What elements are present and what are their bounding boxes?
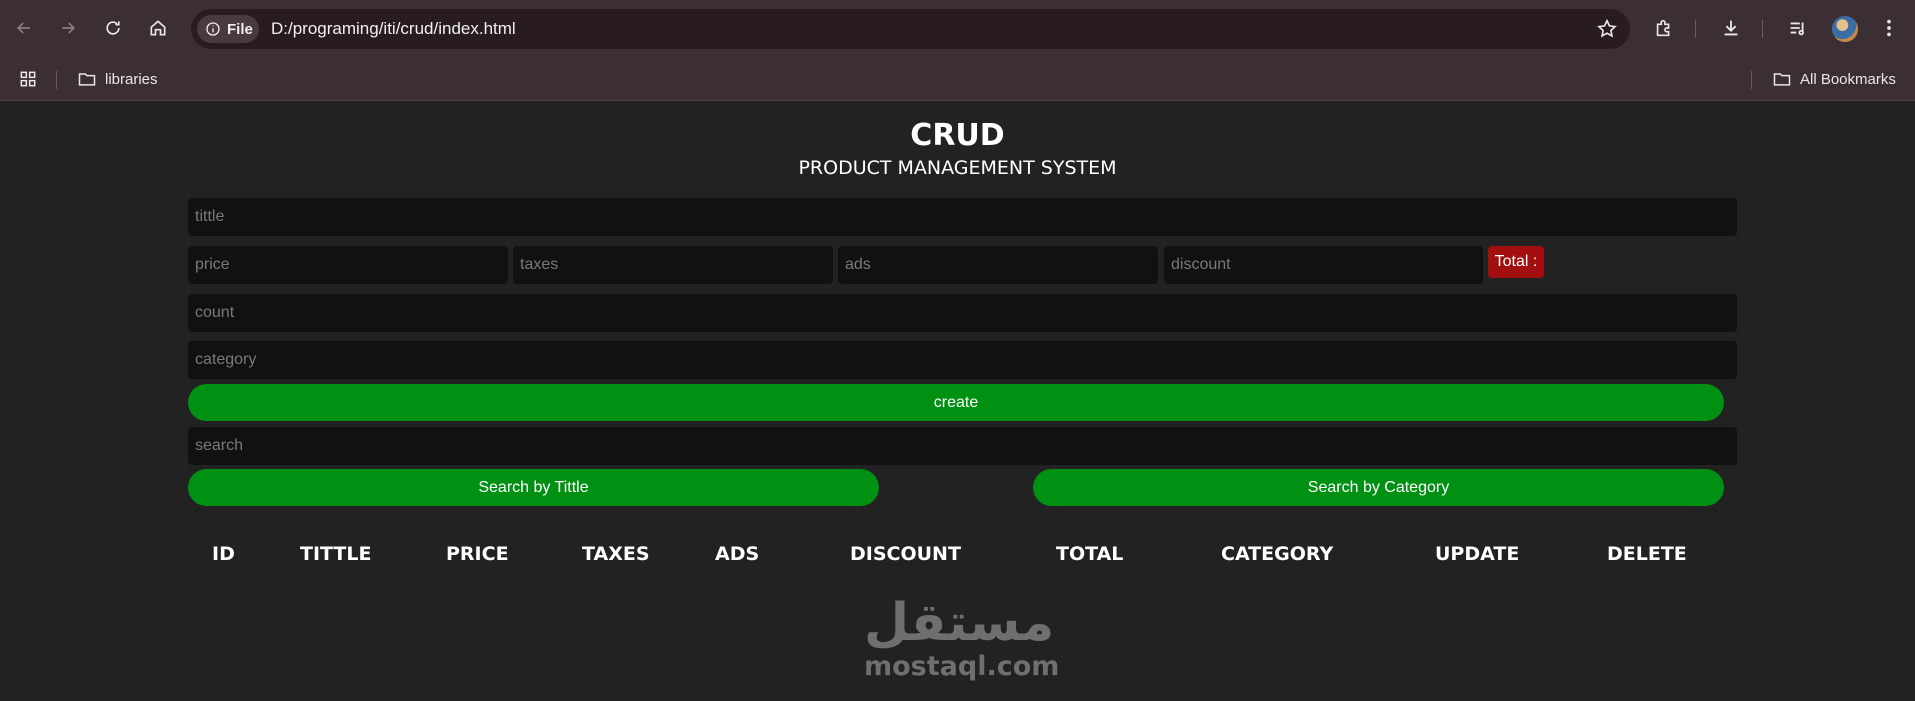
search-by-category-button[interactable]: Search by Category bbox=[1033, 469, 1724, 506]
folder-icon bbox=[78, 73, 96, 86]
taxes-input[interactable] bbox=[513, 246, 833, 284]
page-subtitle: PRODUCT MANAGEMENT SYSTEM bbox=[798, 157, 1117, 179]
folder-icon bbox=[1773, 73, 1791, 86]
bookmark-star-icon[interactable] bbox=[1596, 18, 1618, 40]
column-header-price: PRICE bbox=[446, 543, 509, 565]
bookmark-label: libraries bbox=[105, 70, 158, 88]
toolbar-separator bbox=[1762, 20, 1763, 38]
title-input[interactable] bbox=[188, 198, 1737, 236]
count-input[interactable] bbox=[188, 294, 1737, 332]
search-by-title-button[interactable]: Search by Tittle bbox=[188, 469, 879, 506]
price-input[interactable] bbox=[188, 246, 508, 284]
url-text[interactable]: D:/programing/iti/crud/index.html bbox=[271, 19, 516, 39]
create-button[interactable]: create bbox=[188, 384, 1724, 421]
address-bar[interactable]: File D:/programing/iti/crud/index.html bbox=[191, 9, 1630, 49]
browser-chrome: File D:/programing/iti/crud/index.html l… bbox=[0, 0, 1915, 101]
apps-grid-icon[interactable] bbox=[18, 66, 38, 92]
column-header-update: UPDATE bbox=[1435, 543, 1520, 565]
media-queue-icon[interactable] bbox=[1785, 15, 1811, 41]
column-header-taxes: TAXES bbox=[582, 543, 650, 565]
site-info-chip[interactable]: File bbox=[197, 15, 259, 43]
column-header-total: TOTAL bbox=[1056, 543, 1124, 565]
toolbar-separator bbox=[1695, 20, 1696, 38]
watermark-logo: مستقل mostaql.com bbox=[864, 593, 1060, 682]
column-header-ads: ADS bbox=[715, 543, 760, 565]
browser-toolbar: File D:/programing/iti/crud/index.html bbox=[0, 0, 1915, 58]
search-input[interactable] bbox=[188, 427, 1737, 465]
column-header-discount: DISCOUNT bbox=[850, 543, 961, 565]
total-badge: Total : bbox=[1488, 246, 1544, 278]
download-icon[interactable] bbox=[1718, 15, 1744, 41]
page-content: CRUD PRODUCT MANAGEMENT SYSTEM Total : c… bbox=[0, 101, 1915, 701]
file-chip-label: File bbox=[227, 20, 253, 38]
profile-avatar[interactable] bbox=[1832, 16, 1858, 42]
category-input[interactable] bbox=[188, 341, 1737, 379]
bookmarks-bar: libraries All Bookmarks bbox=[0, 58, 1915, 101]
extensions-icon[interactable] bbox=[1651, 15, 1677, 41]
home-icon[interactable] bbox=[143, 13, 173, 43]
forward-icon[interactable] bbox=[53, 13, 83, 43]
bookmarks-separator bbox=[1751, 71, 1752, 89]
column-header-id: ID bbox=[212, 543, 235, 565]
watermark-arabic: مستقل bbox=[864, 593, 1055, 653]
discount-input[interactable] bbox=[1164, 246, 1483, 284]
info-icon bbox=[206, 22, 220, 36]
ads-input[interactable] bbox=[838, 246, 1158, 284]
column-header-title: TITTLE bbox=[300, 543, 372, 565]
watermark-latin: mostaql.com bbox=[864, 651, 1060, 682]
bookmark-libraries[interactable]: libraries bbox=[77, 66, 158, 92]
page-title: CRUD bbox=[910, 118, 1005, 153]
reload-icon[interactable] bbox=[98, 13, 128, 43]
menu-dots-icon[interactable] bbox=[1876, 15, 1902, 41]
bookmark-label: All Bookmarks bbox=[1800, 70, 1896, 88]
back-icon[interactable] bbox=[9, 13, 39, 43]
bookmarks-separator bbox=[56, 71, 57, 89]
bookmark-all-bookmarks[interactable]: All Bookmarks bbox=[1772, 66, 1896, 92]
column-header-category: CATEGORY bbox=[1221, 543, 1334, 565]
column-header-delete: DELETE bbox=[1607, 543, 1687, 565]
